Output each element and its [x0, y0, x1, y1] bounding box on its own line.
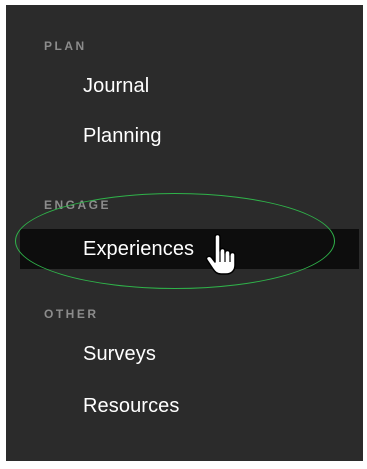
sidebar-item-resources[interactable]: Resources	[6, 387, 363, 425]
section-heading-engage: ENGAGE	[44, 198, 112, 212]
sidebar-item-surveys[interactable]: Surveys	[6, 335, 363, 373]
sidebar-item-label: Planning	[83, 124, 162, 147]
sidebar-item-experiences[interactable]: Experiences	[20, 229, 359, 269]
hand-pointer-icon	[205, 234, 236, 275]
sidebar-item-label: Experiences	[83, 237, 195, 260]
sidebar-item-planning[interactable]: Planning	[6, 117, 363, 155]
sidebar-item-label: Resources	[83, 394, 180, 417]
sidebar-item-journal[interactable]: Journal	[6, 67, 363, 105]
sidebar-item-label: Journal	[83, 74, 150, 97]
sidebar-nav: PLAN Journal Planning ENGAGE Experiences…	[6, 5, 363, 461]
sidebar-item-label: Surveys	[83, 342, 156, 365]
section-heading-plan: PLAN	[44, 39, 87, 53]
section-heading-other: OTHER	[44, 307, 99, 321]
